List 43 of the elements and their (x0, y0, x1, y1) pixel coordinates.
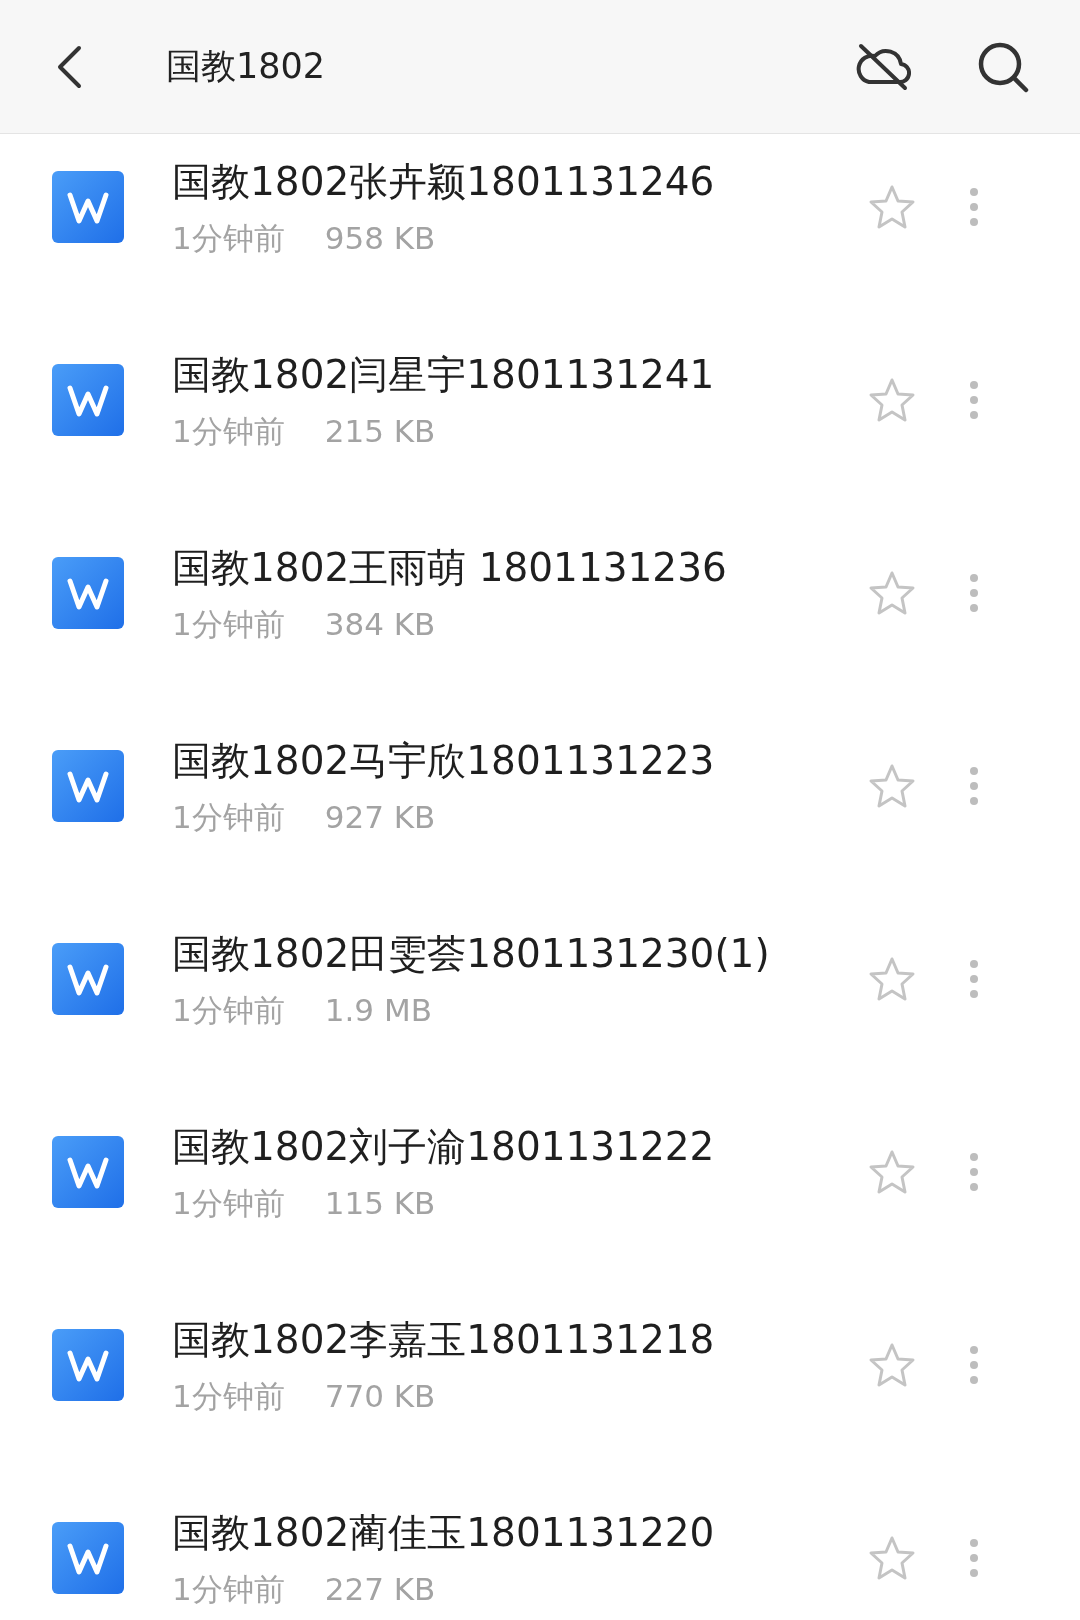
file-size: 770 KB (324, 1376, 436, 1416)
file-size: 958 KB (324, 218, 436, 258)
file-name[interactable]: 国教1802王雨萌 1801131236 (172, 541, 832, 594)
word-document-icon (52, 749, 124, 822)
word-document-icon (52, 942, 124, 1015)
more-icon (969, 958, 979, 999)
more-icon (969, 1537, 979, 1578)
file-size: 115 KB (324, 1183, 436, 1223)
file-size: 384 KB (324, 604, 436, 644)
file-name[interactable]: 国教1802闫星宇1801131241 (172, 348, 832, 401)
modified-time: 1分钟前 (172, 218, 285, 258)
word-document-icon (52, 170, 124, 243)
word-document-icon (52, 363, 124, 436)
file-name[interactable]: 国教1802刘子渝1801131222 (172, 1120, 832, 1173)
more-icon (969, 1344, 979, 1385)
file-name[interactable]: 国教1802李嘉玉1801131218 (172, 1313, 832, 1366)
modified-time: 1分钟前 (172, 1376, 285, 1416)
file-name[interactable]: 国教1802田雯荟1801131230(1) (172, 927, 832, 980)
modified-time: 1分钟前 (172, 990, 285, 1030)
more-icon (969, 765, 979, 806)
file-name[interactable]: 国教1802蔺佳玉1801131220 (172, 1506, 832, 1559)
cloud-off-icon (855, 41, 911, 92)
more-icon (969, 379, 979, 420)
more-icon (969, 186, 979, 227)
word-document-icon (52, 1328, 124, 1401)
more-icon (969, 1151, 979, 1192)
file-size: 227 KB (324, 1569, 436, 1609)
more-icon (969, 572, 979, 613)
modified-time: 1分钟前 (172, 797, 285, 837)
file-size: 215 KB (324, 411, 436, 451)
file-name[interactable]: 国教1802马宇欣1801131223 (172, 734, 832, 787)
folder-title: 国教1802 (166, 45, 326, 89)
file-size: 927 KB (324, 797, 436, 837)
back-icon (56, 44, 82, 89)
word-document-icon (52, 1135, 124, 1208)
modified-time: 1分钟前 (172, 1183, 285, 1223)
file-size: 1.9 MB (324, 990, 432, 1030)
word-document-icon (52, 556, 124, 629)
word-document-icon (52, 1521, 124, 1594)
modified-time: 1分钟前 (172, 604, 285, 644)
file-name[interactable]: 国教1802张卉颖1801131246 (172, 155, 832, 208)
modified-time: 1分钟前 (172, 411, 285, 451)
modified-time: 1分钟前 (172, 1569, 285, 1609)
